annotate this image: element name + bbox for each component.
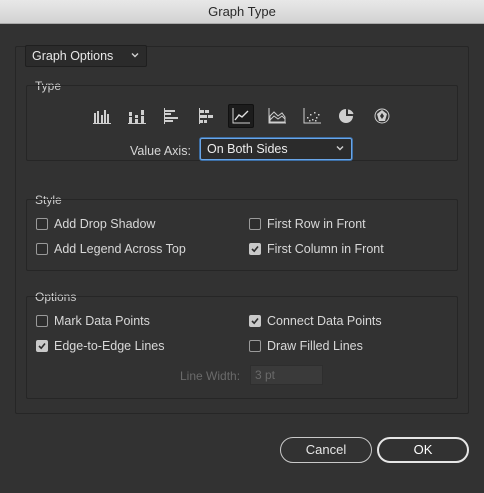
line-width-input[interactable]: 3 pt [250, 365, 323, 385]
value-axis-label: Value Axis: [130, 144, 191, 158]
draw-filled-lines-checkbox[interactable]: Draw Filled Lines [249, 338, 363, 354]
pie-graph-icon[interactable] [334, 104, 360, 128]
checkbox-unchecked-icon [36, 243, 48, 255]
edge-to-edge-lines-label: Edge-to-Edge Lines [54, 339, 165, 353]
grouped-bar-icon[interactable] [159, 104, 185, 128]
ok-button[interactable]: OK [377, 437, 469, 463]
add-legend-across-top-label: Add Legend Across Top [54, 242, 186, 256]
value-axis-select[interactable]: On Both Sides [200, 138, 352, 160]
graph-type-dialog: Graph Options Type Value Axis: On Both S… [0, 24, 484, 493]
edge-to-edge-lines-checkbox[interactable]: Edge-to-Edge Lines [36, 338, 165, 354]
mark-data-points-label: Mark Data Points [54, 314, 150, 328]
radar-graph-icon[interactable] [369, 104, 395, 128]
checkbox-unchecked-icon [36, 315, 48, 327]
add-legend-across-top-checkbox[interactable]: Add Legend Across Top [36, 241, 186, 257]
line-graph-icon[interactable] [228, 104, 254, 128]
line-width-value: 3 pt [255, 368, 276, 382]
first-row-in-front-label: First Row in Front [267, 217, 366, 231]
checkbox-unchecked-icon [249, 340, 261, 352]
value-axis-value: On Both Sides [207, 142, 288, 156]
grouped-column-icon[interactable] [89, 104, 115, 128]
draw-filled-lines-label: Draw Filled Lines [267, 339, 363, 353]
area-graph-icon[interactable] [264, 104, 290, 128]
first-row-in-front-checkbox[interactable]: First Row in Front [249, 216, 366, 232]
checkbox-unchecked-icon [36, 218, 48, 230]
window-title: Graph Type [208, 4, 276, 19]
checkmark-icon [249, 315, 261, 327]
first-column-in-front-checkbox[interactable]: First Column in Front [249, 241, 384, 257]
line-width-label: Line Width: [180, 369, 241, 383]
chevron-down-icon [336, 146, 344, 151]
add-drop-shadow-checkbox[interactable]: Add Drop Shadow [36, 216, 155, 232]
checkmark-icon [36, 340, 48, 352]
chevron-down-icon [131, 53, 139, 58]
mark-data-points-checkbox[interactable]: Mark Data Points [36, 313, 150, 329]
connect-data-points-label: Connect Data Points [267, 314, 382, 328]
window-titlebar: Graph Type [0, 0, 484, 24]
add-drop-shadow-label: Add Drop Shadow [54, 217, 156, 231]
stacked-column-icon[interactable] [124, 104, 150, 128]
graph-options-dropdown[interactable]: Graph Options [25, 45, 147, 67]
scatter-graph-icon[interactable] [299, 104, 325, 128]
style-group [26, 199, 458, 271]
first-column-in-front-label: First Column in Front [267, 242, 384, 256]
graph-options-dropdown-value: Graph Options [32, 49, 114, 63]
stacked-bar-icon[interactable] [194, 104, 220, 128]
checkmark-icon [249, 243, 261, 255]
checkbox-unchecked-icon [249, 218, 261, 230]
connect-data-points-checkbox[interactable]: Connect Data Points [249, 313, 382, 329]
cancel-button[interactable]: Cancel [280, 437, 372, 463]
